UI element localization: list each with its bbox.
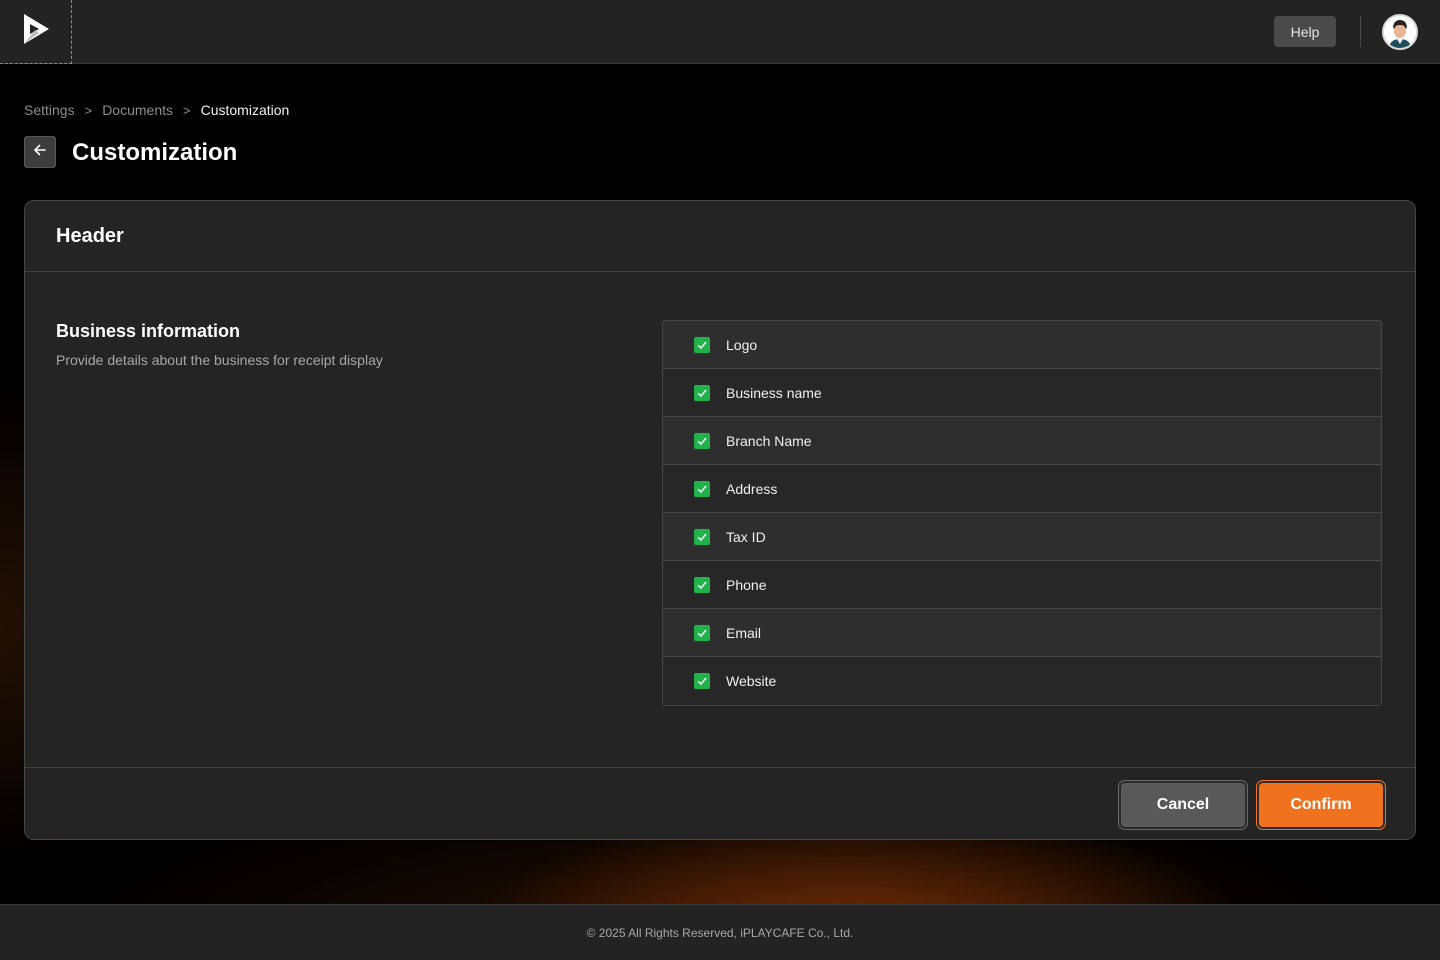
cancel-button[interactable]: Cancel	[1119, 781, 1247, 829]
option-label: Tax ID	[726, 528, 766, 545]
checkbox-checked-icon[interactable]	[694, 384, 710, 401]
option-branch-name[interactable]: Branch Name	[663, 417, 1381, 465]
section-description: Provide details about the business for r…	[56, 352, 383, 368]
topbar-divider	[1360, 16, 1361, 47]
page-footer: © 2025 All Rights Reserved, iPLAYCAFE Co…	[0, 904, 1440, 960]
option-phone[interactable]: Phone	[663, 561, 1381, 609]
section-title: Business information	[56, 321, 241, 341]
breadcrumb-separator: >	[183, 102, 191, 118]
arrow-left-icon	[32, 142, 48, 163]
page-title: Customization	[72, 139, 238, 166]
top-bar: Help	[0, 0, 1440, 64]
option-label: Phone	[726, 576, 767, 593]
copyright-text: © 2025 All Rights Reserved, iPLAYCAFE Co…	[586, 925, 854, 940]
option-label: Address	[726, 480, 778, 497]
option-label: Website	[726, 673, 777, 689]
card-title: Header	[56, 224, 124, 247]
breadcrumb-documents[interactable]: Documents	[102, 102, 173, 118]
breadcrumb-settings[interactable]: Settings	[24, 102, 75, 118]
card-footer: Cancel Confirm	[25, 767, 1415, 839]
option-business-name[interactable]: Business name	[663, 369, 1381, 417]
breadcrumb-separator: >	[84, 102, 93, 118]
checkbox-checked-icon[interactable]	[694, 432, 710, 449]
option-website[interactable]: Website	[663, 657, 1381, 705]
checkbox-checked-icon[interactable]	[694, 336, 710, 353]
app-logo[interactable]	[0, 0, 72, 64]
option-tax-id[interactable]: Tax ID	[663, 513, 1381, 561]
user-avatar[interactable]	[1382, 14, 1418, 50]
avatar-icon	[1384, 16, 1416, 48]
checkbox-checked-icon[interactable]	[694, 528, 710, 545]
checkbox-checked-icon[interactable]	[694, 673, 710, 689]
confirm-button[interactable]: Confirm	[1257, 781, 1385, 829]
header-settings-card: Header Business information Provide deta…	[24, 200, 1416, 840]
option-email[interactable]: Email	[663, 609, 1381, 657]
checkbox-checked-icon[interactable]	[694, 624, 710, 641]
option-label: Logo	[726, 336, 758, 353]
back-button[interactable]	[24, 136, 56, 168]
option-label: Business name	[726, 384, 822, 401]
checkbox-checked-icon[interactable]	[694, 480, 710, 497]
checkbox-checked-icon[interactable]	[694, 576, 710, 593]
help-button[interactable]: Help	[1274, 16, 1336, 47]
card-header: Header	[25, 201, 1415, 272]
breadcrumb-customization: Customization	[200, 102, 290, 118]
option-label: Email	[726, 624, 762, 641]
option-logo[interactable]: Logo	[663, 321, 1381, 369]
option-label: Branch Name	[726, 432, 812, 449]
breadcrumb: Settings > Documents > Customization	[24, 102, 289, 118]
option-address[interactable]: Address	[663, 465, 1381, 513]
options-list: Logo Business name Branch Name Address T…	[662, 320, 1382, 706]
play-logo-icon	[21, 12, 51, 51]
